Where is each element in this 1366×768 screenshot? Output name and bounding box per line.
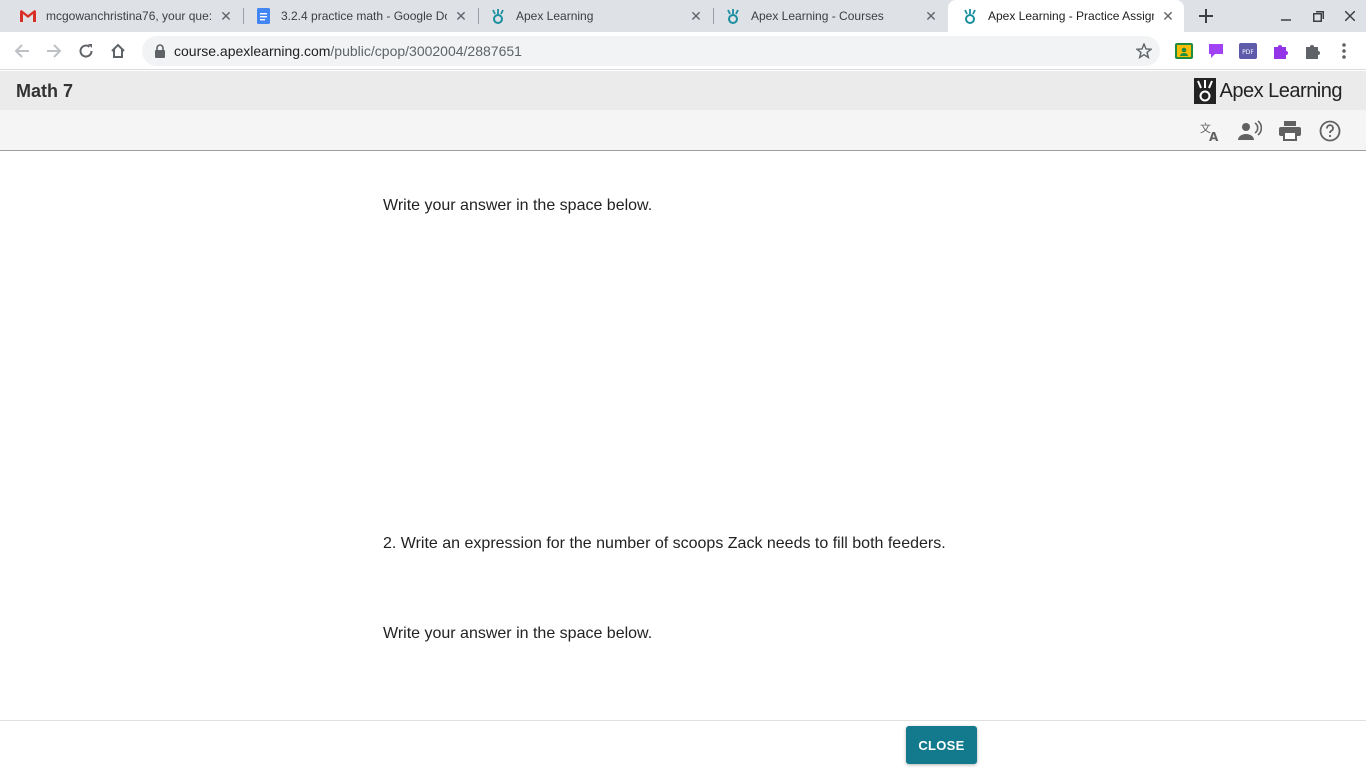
browser-tab-gmail[interactable]: mcgowanchristina76, your que: ✕ — [6, 0, 242, 32]
puzzle-extension-icon[interactable] — [1270, 41, 1290, 61]
home-button[interactable] — [104, 37, 132, 65]
url-path: /public/cpop/3002004/2887651 — [330, 43, 522, 59]
new-tab-button[interactable] — [1194, 4, 1218, 28]
back-arrow-icon — [14, 44, 29, 58]
bookmark-star-icon[interactable] — [1136, 43, 1152, 59]
assignment-content: Write your answer in the space below. 2.… — [0, 151, 1366, 720]
apex-learning-logo: Apex Learning — [1193, 78, 1343, 104]
close-icon — [1345, 11, 1355, 21]
browser-tab-strip: mcgowanchristina76, your que: ✕ 3.2.4 pr… — [0, 0, 1366, 32]
browser-tab-practice-assignment[interactable]: Apex Learning - Practice Assign ✕ — [948, 0, 1184, 32]
svg-text:PDF: PDF — [1242, 49, 1254, 56]
pdf-extension-icon[interactable]: PDF — [1238, 41, 1258, 61]
question-2: 2. Write an expression for the number of… — [383, 535, 946, 552]
address-bar[interactable]: course.apexlearning.com/public/cpop/3002… — [142, 36, 1160, 66]
apex-logo-icon — [1193, 78, 1216, 104]
apex-icon — [490, 8, 506, 24]
plus-icon — [1199, 9, 1213, 23]
reload-button[interactable] — [72, 37, 100, 65]
assignment-tools-bar: 文A — [0, 110, 1366, 151]
tab-title: mcgowanchristina76, your que: — [46, 9, 212, 23]
tab-title: Apex Learning — [516, 9, 594, 23]
answer-instruction: Write your answer in the space below. — [383, 197, 653, 214]
tab-title: Apex Learning - Courses — [751, 9, 884, 23]
restore-icon — [1312, 10, 1324, 22]
browser-tab-apex-courses[interactable]: Apex Learning - Courses ✕ — [711, 0, 947, 32]
course-title: Math 7 — [16, 81, 74, 101]
apex-icon — [962, 8, 978, 24]
restore-button[interactable] — [1302, 0, 1334, 32]
svg-text:A: A — [1209, 130, 1219, 142]
help-icon[interactable] — [1318, 119, 1342, 143]
extensions-icon[interactable] — [1302, 41, 1322, 61]
gmail-icon — [20, 8, 36, 24]
print-icon[interactable] — [1278, 119, 1302, 143]
minimize-icon — [1281, 19, 1291, 21]
close-button[interactable]: CLOSE — [906, 726, 977, 764]
close-icon[interactable]: ✕ — [1160, 8, 1176, 24]
window-close-button[interactable] — [1334, 0, 1366, 32]
reload-icon — [79, 44, 93, 58]
google-docs-icon — [255, 8, 271, 24]
translate-icon[interactable]: 文A — [1198, 119, 1222, 143]
assignment-footer: CLOSE — [0, 720, 1366, 768]
tab-title: 3.2.4 practice math - Google Do — [281, 9, 447, 23]
back-button[interactable] — [8, 37, 36, 65]
text-to-speech-icon[interactable] — [1238, 119, 1262, 143]
tab-title: Apex Learning - Practice Assign — [988, 9, 1154, 23]
google-classroom-extension-icon[interactable] — [1174, 41, 1194, 61]
close-icon[interactable]: ✕ — [218, 8, 234, 24]
minimize-button[interactable] — [1270, 0, 1302, 32]
forward-button[interactable] — [40, 37, 68, 65]
brand-name: Apex Learning — [1219, 79, 1343, 102]
browser-tab-apex-learning[interactable]: Apex Learning ✕ — [476, 0, 712, 32]
answer-instruction: Write your answer in the space below. — [383, 625, 653, 642]
close-icon[interactable]: ✕ — [923, 8, 939, 24]
lock-icon — [155, 44, 165, 58]
home-icon — [111, 43, 125, 58]
chat-extension-icon[interactable] — [1206, 41, 1226, 61]
browser-toolbar: course.apexlearning.com/public/cpop/3002… — [0, 32, 1366, 70]
browser-tab-google-docs[interactable]: 3.2.4 practice math - Google Do ✕ — [241, 0, 477, 32]
forward-arrow-icon — [47, 44, 62, 58]
url-host: course.apexlearning.com — [174, 43, 331, 59]
close-icon[interactable]: ✕ — [453, 8, 469, 24]
apex-icon — [725, 8, 741, 24]
app-header: Math 7 Apex Learning — [0, 71, 1366, 110]
close-icon[interactable]: ✕ — [688, 8, 704, 24]
browser-menu-icon[interactable] — [1334, 41, 1354, 61]
